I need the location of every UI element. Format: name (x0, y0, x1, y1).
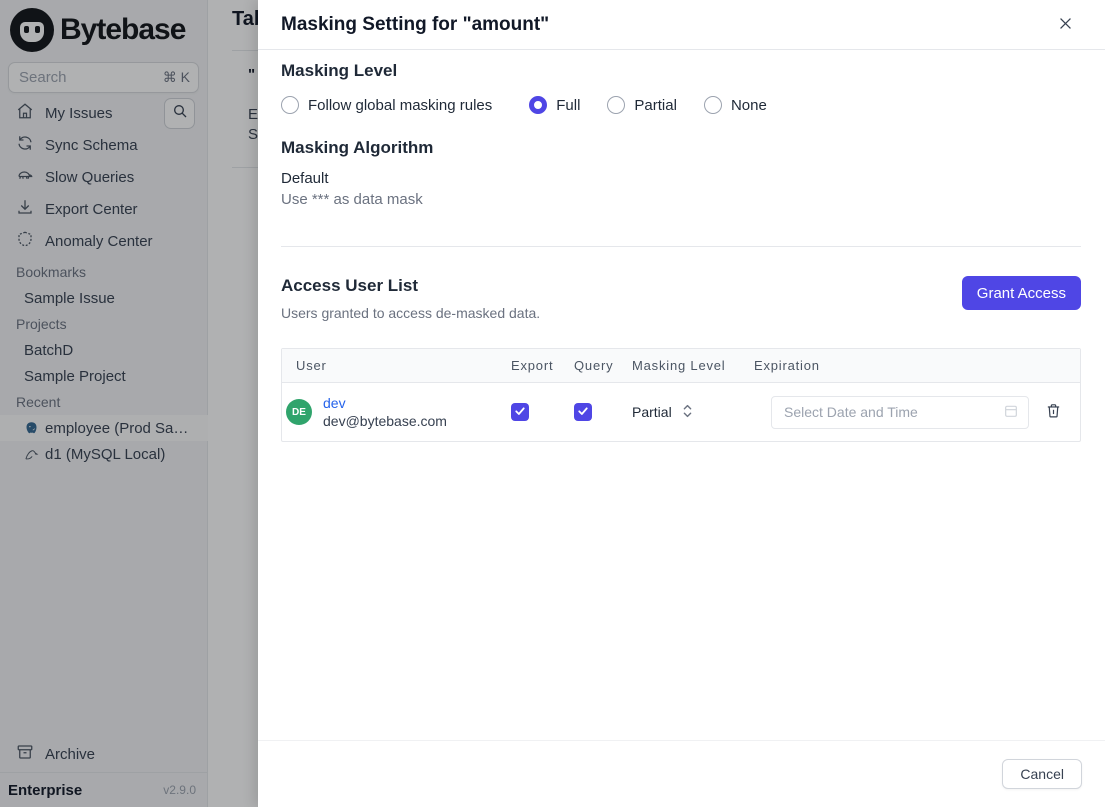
close-icon (1057, 15, 1074, 35)
table-row: DE dev dev@bytebase.com Partial Select D… (282, 383, 1080, 441)
user-email: dev@bytebase.com (323, 413, 447, 429)
column-export: Export (511, 358, 554, 373)
export-cell (511, 403, 574, 421)
masking-level-select[interactable]: Partial (632, 403, 754, 422)
algorithm-name: Default (281, 170, 329, 187)
masking-setting-dialog: Masking Setting for "amount" Masking Lev… (258, 0, 1105, 807)
chevron-up-down-icon (682, 403, 693, 422)
delete-access-button[interactable] (1045, 402, 1062, 422)
grant-access-button[interactable]: Grant Access (961, 276, 1081, 310)
export-checkbox[interactable] (511, 403, 529, 421)
access-user-list-header: Access User List Users granted to access… (281, 276, 1081, 321)
radio-icon (607, 96, 626, 114)
close-button[interactable] (1053, 13, 1077, 37)
masking-level-radio-group: Follow global masking rules Full Partial… (281, 96, 1081, 114)
radio-selected-icon (529, 96, 548, 114)
query-checkbox[interactable] (574, 403, 592, 421)
radio-partial[interactable]: Partial (607, 96, 677, 114)
app-window: Bytebase Search ⌘ K My Issues Sync Schem… (0, 0, 1105, 807)
dialog-body: Masking Level Follow global masking rule… (258, 50, 1105, 442)
column-query: Query (574, 358, 614, 373)
dialog-title: Masking Setting for "amount" (281, 13, 550, 35)
radio-none[interactable]: None (703, 96, 767, 114)
column-masking-level: Masking Level (632, 358, 726, 373)
column-expiration: Expiration (754, 358, 820, 373)
calendar-icon (1003, 403, 1019, 422)
radio-icon (281, 96, 299, 114)
trash-icon (1045, 402, 1062, 422)
masking-level-heading: Masking Level (281, 61, 398, 80)
dialog-header: Masking Setting for "amount" (258, 0, 1105, 50)
query-cell (574, 403, 632, 421)
user-cell: DE dev dev@bytebase.com (282, 395, 511, 429)
algorithm-description: Use *** as data mask (281, 191, 423, 208)
avatar: DE (286, 399, 312, 425)
radio-icon (703, 96, 722, 114)
dialog-footer: Cancel (258, 740, 1105, 807)
masking-algorithm-heading: Masking Algorithm (281, 138, 434, 157)
radio-follow-global-rules[interactable]: Follow global masking rules (281, 96, 492, 114)
access-user-list-subtitle: Users granted to access de-masked data. (281, 305, 541, 321)
column-user: User (296, 358, 327, 373)
expiration-placeholder: Select Date and Time (784, 404, 918, 420)
table-header-row: User Export Query Masking Level Expirati… (282, 349, 1080, 383)
expiration-cell: Select Date and Time (754, 395, 1080, 429)
cancel-button[interactable]: Cancel (1002, 759, 1082, 789)
radio-full[interactable]: Full (529, 96, 580, 114)
user-name-link[interactable]: dev (323, 395, 447, 411)
section-divider (281, 246, 1081, 247)
access-user-table: User Export Query Masking Level Expirati… (281, 348, 1081, 442)
access-user-list-heading: Access User List (281, 276, 419, 295)
check-icon (514, 404, 526, 420)
check-icon (577, 404, 589, 420)
expiration-date-input[interactable]: Select Date and Time (771, 395, 1029, 429)
